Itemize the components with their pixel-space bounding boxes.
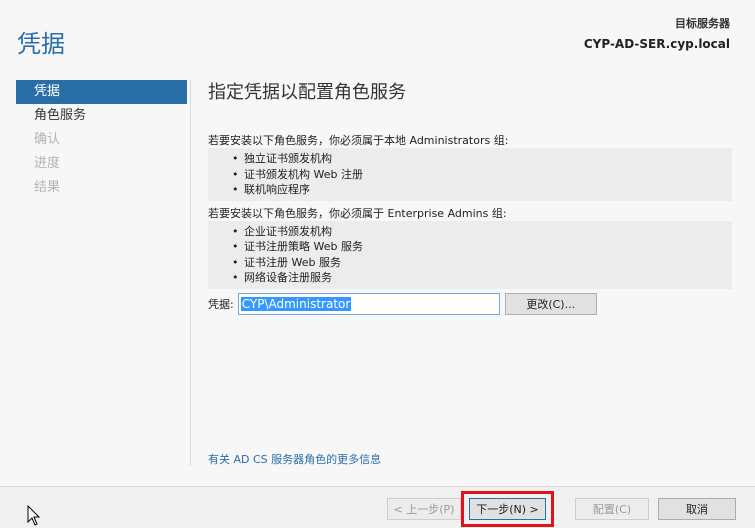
previous-button[interactable]: < 上一步(P) <box>387 498 461 520</box>
target-server-name: CYP-AD-SER.cyp.local <box>583 37 730 51</box>
list-item: 联机响应程序 <box>232 182 732 198</box>
credential-field[interactable]: CYP\Administrator <box>237 293 500 315</box>
sidebar-item-role-services[interactable]: 角色服务 <box>16 104 187 128</box>
enterprise-group-text: 若要安装以下角色服务，你必须属于 Enterprise Admins 组: <box>208 206 507 220</box>
cancel-button[interactable]: 取消 <box>658 498 736 520</box>
sidebar-item-results: 结果 <box>34 180 61 195</box>
section-title: 指定凭据以配置角色服务 <box>208 82 406 103</box>
wizard-sidebar: 凭据 角色服务 确认 进度 结果 <box>16 80 187 200</box>
list-item: 企业证书颁发机构 <box>232 224 732 240</box>
configure-button[interactable]: 配置(C) <box>575 498 649 520</box>
list-item: 证书注册策略 Web 服务 <box>232 239 732 255</box>
admins-group-text: 若要安装以下角色服务，你必须属于本地 Administrators 组: <box>208 134 509 147</box>
sidebar-divider <box>190 80 191 466</box>
more-info-link[interactable]: 有关 AD CS 服务器角色的更多信息 <box>208 451 381 467</box>
target-server-info: 目标服务器 CYP-AD-SER.cyp.local <box>584 15 730 51</box>
credential-row: 凭据: CYP\Administrator 更改(C)... <box>208 293 597 315</box>
wizard-footer: < 上一步(P) 下一步(N) > 配置(C) 取消 <box>0 486 755 528</box>
credential-label: 凭据: <box>208 298 234 311</box>
main-content: 指定凭据以配置角色服务 若要安装以下角色服务，你必须属于本地 Administr… <box>208 78 732 289</box>
sidebar-item-credentials[interactable]: 凭据 <box>16 80 187 104</box>
target-server-label: 目标服务器 <box>675 17 730 30</box>
credential-value[interactable]: CYP\Administrator <box>240 297 352 311</box>
next-button-highlight <box>461 491 554 527</box>
list-item: 网络设备注册服务 <box>232 270 732 286</box>
list-item: 独立证书颁发机构 <box>232 151 732 167</box>
enterprise-role-list: 企业证书颁发机构 证书注册策略 Web 服务 证书注册 Web 服务 网络设备注… <box>208 220 732 289</box>
mouse-cursor-icon <box>27 504 41 528</box>
list-item: 证书注册 Web 服务 <box>232 255 732 271</box>
admins-role-list: 独立证书颁发机构 证书颁发机构 Web 注册 联机响应程序 <box>208 148 732 201</box>
page-title: 凭据 <box>17 30 65 58</box>
sidebar-item-progress: 进度 <box>34 156 61 171</box>
list-item: 证书颁发机构 Web 注册 <box>232 167 732 183</box>
sidebar-item-confirmation: 确认 <box>34 132 61 147</box>
change-credentials-button[interactable]: 更改(C)... <box>504 293 597 315</box>
